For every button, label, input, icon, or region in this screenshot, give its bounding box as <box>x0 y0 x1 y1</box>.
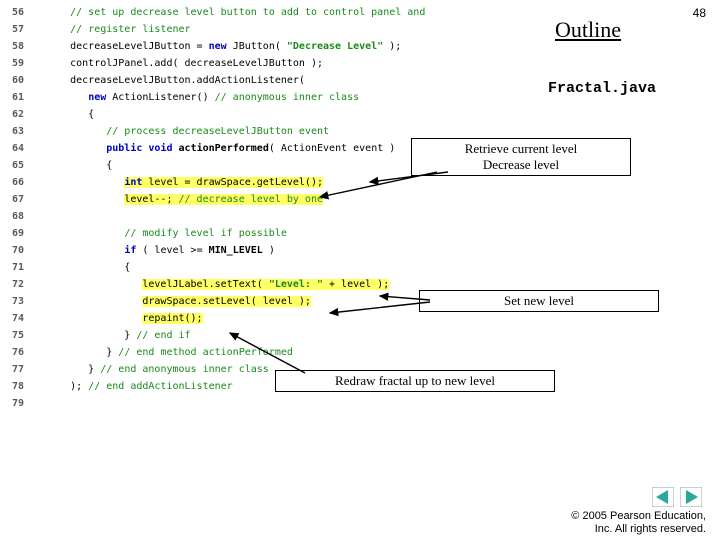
callout-redraw: Redraw fractal up to new level <box>275 370 555 392</box>
callout-text: Set new level <box>504 293 574 308</box>
nav-buttons <box>650 487 702 512</box>
copyright-line: Inc. All rights reserved. <box>595 523 706 535</box>
outline-title: Outline <box>555 17 621 43</box>
prev-icon[interactable] <box>652 487 674 507</box>
code-listing: 56 // set up decrease level button to ad… <box>0 4 560 412</box>
callout-set-level: Set new level <box>419 290 659 312</box>
copyright-line: © 2005 Pearson Education, <box>571 510 706 522</box>
next-icon[interactable] <box>680 487 702 507</box>
callout-text: Decrease level <box>483 157 559 172</box>
copyright: © 2005 Pearson Education, Inc. All right… <box>571 510 706 536</box>
callout-text: Redraw fractal up to new level <box>335 373 495 388</box>
slide-number: 48 <box>693 6 706 20</box>
filename-label: Fractal.java <box>548 80 656 97</box>
callout-text: Retrieve current level <box>465 141 578 156</box>
callout-retrieve-decrease: Retrieve current level Decrease level <box>411 138 631 176</box>
